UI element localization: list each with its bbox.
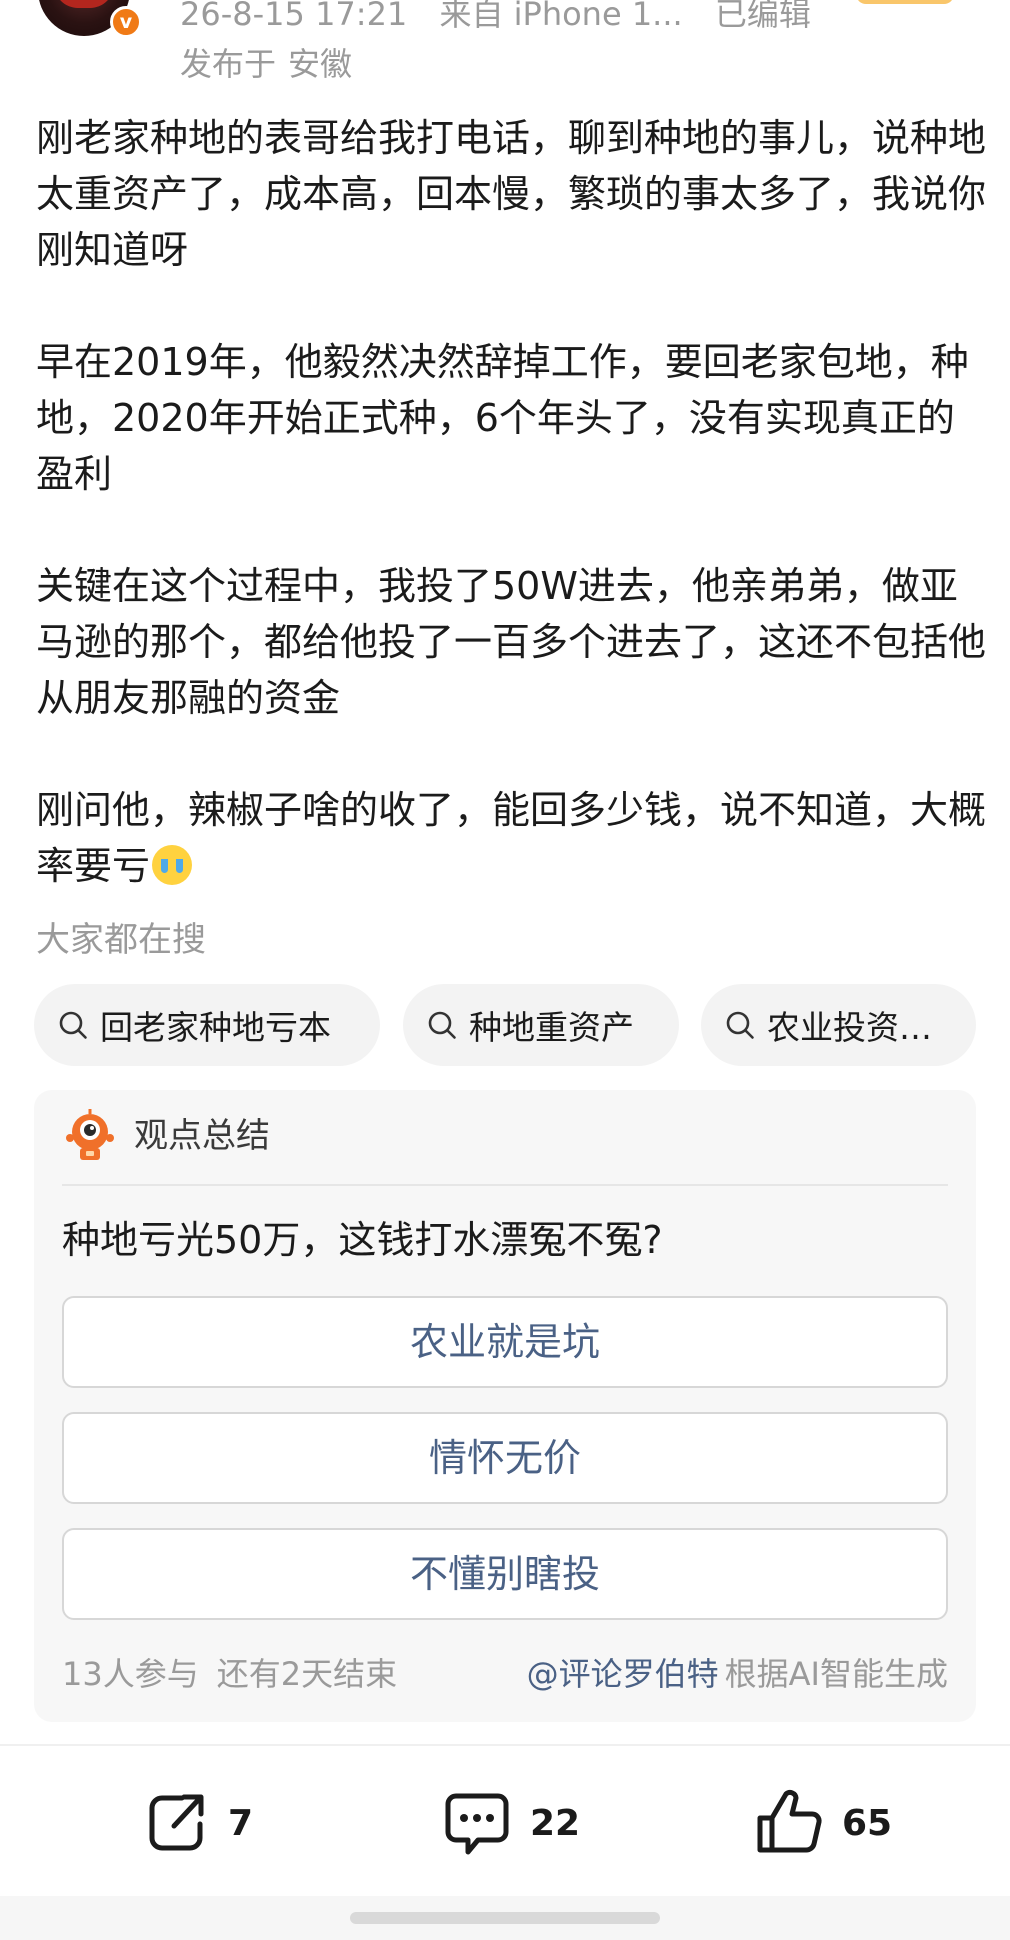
search-icon — [726, 1011, 754, 1039]
post-paragraph: 关键在这个过程中，我投了50W进去，他亲弟弟，做亚马逊的那个，都给他投了一百多个… — [36, 564, 987, 720]
post-header: v 26-8-15 17:21 来自 iPhone 1... 已编辑 发布于 安徽 — [0, 0, 1010, 90]
search-section-title: 大家都在搜 — [36, 920, 206, 960]
comment-button[interactable]: 22 — [440, 1786, 580, 1860]
post-paragraph: 刚老家种地的表哥给我打电话，聊到种地的事儿，说种地太重资产了，成本高，回本慢，繁… — [36, 116, 987, 272]
location-prefix: 发布于 — [180, 45, 277, 83]
search-chip-label: 农业投资… — [767, 1008, 932, 1047]
search-icon — [59, 1011, 87, 1039]
mention-link[interactable]: @评论罗伯特 — [527, 1655, 719, 1693]
search-chip[interactable]: 农业投资… — [701, 984, 976, 1066]
verified-badge-icon: v — [110, 6, 142, 38]
share-count: 7 — [228, 1802, 254, 1844]
home-indicator[interactable] — [350, 1912, 660, 1924]
comment-icon — [445, 1793, 509, 1855]
poll-question: 种地亏光50万，这钱打水漂冤不冤? — [62, 1218, 663, 1262]
poll-option[interactable]: 农业就是坑 — [62, 1296, 948, 1388]
post-meta: 26-8-15 17:21 来自 iPhone 1... 已编辑 — [180, 0, 833, 34]
like-count: 65 — [842, 1802, 893, 1844]
poll-stats: 13人参与 还有2天结束 — [62, 1652, 397, 1696]
ai-attribution: @评论罗伯特 根据AI智能生成 — [527, 1652, 948, 1696]
opinion-summary-card: 观点总结 种地亏光50万，这钱打水漂冤不冤? 农业就是坑 情怀无价 不懂别瞎投 … — [34, 1090, 976, 1722]
poll-remaining: 还有2天结束 — [216, 1655, 398, 1693]
post-paragraph: 早在2019年，他毅然决然辞掉工作，要回老家包地，种地，2020年开始正式种，6… — [36, 340, 969, 496]
card-title: 观点总结 — [134, 1116, 270, 1156]
post-time: 26-8-15 17:21 — [180, 0, 408, 33]
comment-count: 22 — [530, 1802, 581, 1844]
avatar-image — [54, 0, 114, 8]
post-location: 发布于 安徽 — [180, 44, 352, 84]
crying-face-emoji-icon — [152, 845, 193, 885]
card-divider — [62, 1184, 948, 1186]
search-chip-label: 种地重资产 — [469, 1008, 634, 1047]
post-detail-page: v 26-8-15 17:21 来自 iPhone 1... 已编辑 发布于 安徽… — [0, 0, 1010, 1940]
search-chip-label: 回老家种地亏本 — [100, 1008, 331, 1047]
edited-label[interactable]: 已编辑 — [715, 0, 811, 33]
robot-mascot-icon — [66, 1109, 114, 1160]
ai-generated-label: 根据AI智能生成 — [724, 1655, 948, 1693]
post-content: 刚老家种地的表哥给我打电话，聊到种地的事儿，说种地太重资产了，成本高，回本慢，繁… — [36, 110, 986, 894]
search-chip[interactable]: 回老家种地亏本 — [34, 984, 380, 1066]
thumbs-up-icon — [757, 1789, 822, 1853]
poll-option[interactable]: 不懂别瞎投 — [62, 1528, 948, 1620]
action-bar-divider — [0, 1744, 1010, 1746]
search-icon — [428, 1011, 456, 1039]
location-name: 安徽 — [288, 45, 353, 83]
poll-option[interactable]: 情怀无价 — [62, 1412, 948, 1504]
post-source: 来自 iPhone 1... — [439, 0, 683, 33]
like-button[interactable]: 65 — [752, 1786, 892, 1860]
share-icon — [149, 1794, 204, 1851]
post-paragraph-last: 刚问他，辣椒子啥的收了，能回多少钱，说不知道，大概率要亏 — [36, 782, 986, 894]
share-button[interactable]: 7 — [138, 1786, 253, 1860]
poll-participants: 13人参与 — [62, 1655, 199, 1693]
search-chip[interactable]: 种地重资产 — [403, 984, 679, 1066]
follow-button[interactable] — [856, 0, 954, 4]
